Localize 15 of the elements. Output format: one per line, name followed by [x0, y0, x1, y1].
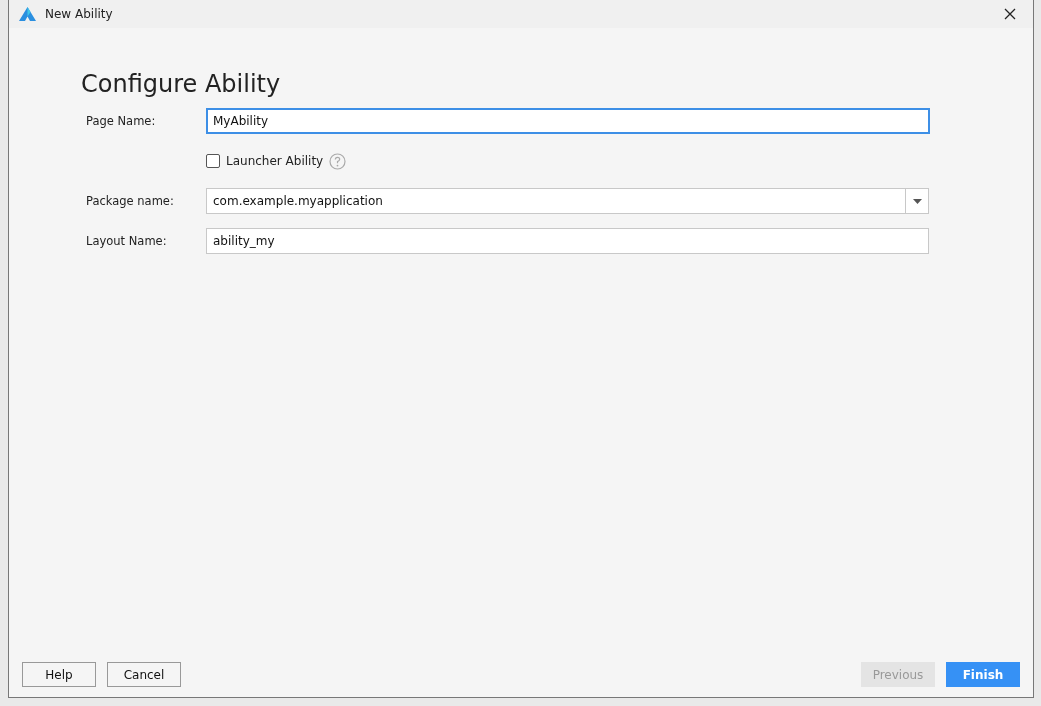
dialog-button[interactable]: Help — [22, 662, 96, 687]
field-label: Layout Name: — [86, 234, 168, 248]
field-label: Page Name: — [86, 114, 157, 128]
window-title: New Ability — [45, 7, 114, 21]
page-heading: Configure Ability — [81, 70, 282, 98]
caret-icon — [912, 198, 922, 204]
field-label: Package name: — [86, 194, 175, 208]
dropdown-field[interactable]: com.example.myapplication — [206, 188, 929, 214]
input-field[interactable]: ability_my — [206, 228, 929, 254]
triangle-logo-icon — [19, 7, 36, 21]
close-icon[interactable] — [1004, 8, 1016, 20]
dialog-button[interactable]: Cancel — [107, 662, 181, 687]
input-field[interactable]: MyAbility — [206, 108, 930, 134]
checkbox[interactable] — [206, 154, 220, 168]
checkbox-label[interactable]: Launcher Ability — [226, 154, 324, 168]
